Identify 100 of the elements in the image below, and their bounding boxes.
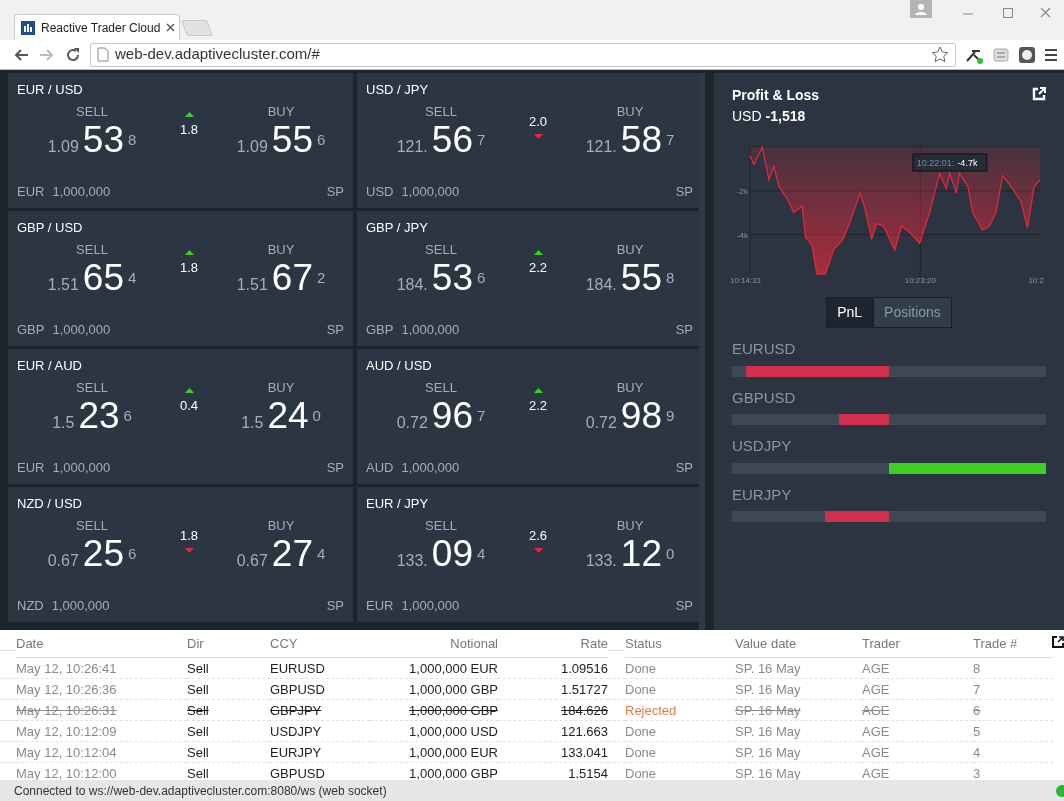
star-icon[interactable] bbox=[931, 45, 949, 64]
table-cell: 4 bbox=[973, 742, 1053, 763]
currency-label: USD bbox=[732, 107, 762, 126]
buy-label[interactable]: BUY bbox=[616, 377, 644, 397]
popout-icon[interactable] bbox=[1052, 636, 1064, 648]
close-icon[interactable] bbox=[166, 23, 176, 32]
column-header: Trader bbox=[862, 630, 973, 658]
pair-title: AUD / USD bbox=[366, 357, 433, 375]
table-cell: EURUSD bbox=[270, 658, 370, 679]
tenor-label: SP bbox=[326, 320, 344, 339]
table-cell: Sell bbox=[187, 658, 270, 679]
table-cell: AGE bbox=[862, 742, 973, 763]
currency-label: NZD bbox=[17, 596, 44, 615]
table-cell: SP. 16 May bbox=[735, 700, 862, 721]
position-label: EURJPY bbox=[732, 484, 793, 505]
currency-label: GBP bbox=[366, 320, 394, 339]
pair-title: NZD / USD bbox=[17, 495, 83, 513]
notional-field[interactable]: 1,000,000 bbox=[52, 181, 111, 201]
page-icon bbox=[97, 47, 109, 62]
table-cell: May 12, 10:26:36 bbox=[16, 679, 187, 700]
buy-label[interactable]: BUY bbox=[267, 515, 295, 535]
buy-label[interactable]: BUY bbox=[267, 377, 295, 397]
column-header: Notional bbox=[370, 630, 498, 658]
table-cell: AGE bbox=[862, 700, 973, 721]
sell-label[interactable]: SELL bbox=[425, 515, 457, 535]
address-bar[interactable]: web-dev.adaptivecluster.com/# bbox=[90, 42, 956, 67]
notional-field[interactable]: 1,000,000 bbox=[401, 595, 460, 615]
notional-field[interactable]: 1,000,000 bbox=[401, 319, 460, 339]
notional-field[interactable]: 1,000,000 bbox=[52, 457, 111, 477]
axis-label: 10:14:31 bbox=[730, 276, 762, 285]
tenor-label: SP bbox=[326, 458, 344, 477]
pair-title: USD / JPY bbox=[366, 81, 430, 99]
panel-title: Profit & Loss bbox=[732, 86, 820, 105]
table-cell: 184.626 bbox=[498, 700, 608, 721]
table-cell: 1,000,000 GBP bbox=[370, 679, 498, 700]
sell-label[interactable]: SELL bbox=[425, 101, 457, 121]
table-cell: 1.09516 bbox=[498, 658, 608, 679]
table-cell: May 12, 10:12:09 bbox=[16, 721, 187, 742]
sell-label[interactable]: SELL bbox=[425, 377, 457, 397]
tenor-label: SP bbox=[326, 182, 344, 201]
notional-field[interactable]: 1,000,000 bbox=[401, 457, 460, 477]
reload-icon[interactable] bbox=[64, 45, 82, 64]
table-cell: Sell bbox=[187, 721, 270, 742]
status-label: Rejected bbox=[625, 700, 735, 721]
table-cell: SP. 16 May bbox=[735, 679, 862, 700]
table-cell: Sell bbox=[187, 700, 270, 721]
notional-field[interactable]: 1,000,000 bbox=[52, 319, 111, 339]
spread-value: 0.4 bbox=[179, 396, 199, 415]
spread-value: 1.8 bbox=[179, 258, 199, 277]
tenor-label: SP bbox=[675, 320, 693, 339]
table-cell: 1,000,000 GBP bbox=[370, 700, 498, 721]
pair-title: EUR / USD bbox=[17, 81, 84, 99]
tenor-label: SP bbox=[326, 596, 344, 615]
table-cell: May 12, 10:12:04 bbox=[16, 742, 187, 763]
table-cell: SP. 16 May bbox=[735, 658, 862, 679]
table-cell: Sell bbox=[187, 679, 270, 700]
table-cell: SP. 16 May bbox=[735, 742, 862, 763]
sell-label[interactable]: SELL bbox=[425, 239, 457, 259]
menu-icon[interactable] bbox=[1044, 46, 1058, 63]
table-cell: AGE bbox=[862, 658, 973, 679]
buy-label[interactable]: BUY bbox=[267, 101, 295, 121]
extension-icon[interactable] bbox=[1018, 45, 1036, 64]
toggle-tab[interactable]: Positions bbox=[873, 297, 952, 328]
table-cell: 5 bbox=[973, 721, 1053, 742]
axis-label: -4k bbox=[736, 230, 748, 240]
sell-label[interactable]: SELL bbox=[76, 515, 108, 535]
sell-label[interactable]: SELL bbox=[76, 101, 108, 121]
tenor-label: SP bbox=[675, 458, 693, 477]
sell-label[interactable]: SELL bbox=[76, 377, 108, 397]
table-cell: EURJPY bbox=[270, 742, 370, 763]
table-cell: May 12, 10:26:41 bbox=[16, 658, 187, 679]
notional-field[interactable]: 1,000,000 bbox=[401, 181, 460, 201]
table-cell: Sell bbox=[187, 742, 270, 763]
scrollbar[interactable] bbox=[699, 73, 705, 630]
buy-label[interactable]: BUY bbox=[267, 239, 295, 259]
pnl-value: -1,518 bbox=[765, 107, 806, 126]
toggle-tab[interactable]: PnL bbox=[826, 297, 874, 328]
spread-value: 2.2 bbox=[528, 258, 548, 277]
spread-value: 2.0 bbox=[528, 112, 548, 131]
table-cell: AGE bbox=[862, 679, 973, 700]
pair-title: EUR / JPY bbox=[366, 495, 430, 513]
chart-icon bbox=[21, 20, 35, 35]
table-cell: 133.041 bbox=[498, 742, 608, 763]
buy-label[interactable]: BUY bbox=[616, 239, 644, 259]
position-label: GBPUSD bbox=[732, 387, 797, 408]
table-cell: 1,000,000 USD bbox=[370, 721, 498, 742]
pair-title: GBP / USD bbox=[17, 219, 84, 237]
notional-field[interactable]: 1,000,000 bbox=[51, 595, 110, 615]
table-cell: GBPUSD bbox=[270, 679, 370, 700]
browser-tab[interactable]: Reactive Trader Cloud bbox=[14, 14, 180, 40]
buy-label[interactable]: BUY bbox=[616, 515, 644, 535]
currency-label: EUR bbox=[17, 182, 45, 201]
table-cell: AGE bbox=[862, 721, 973, 742]
spread-value: 1.8 bbox=[179, 526, 199, 545]
buy-label[interactable]: BUY bbox=[616, 101, 644, 121]
table-cell: 7 bbox=[973, 679, 1053, 700]
status-label: Done bbox=[625, 721, 735, 742]
table-cell: 1,000,000 EUR bbox=[370, 658, 498, 679]
sell-label[interactable]: SELL bbox=[76, 239, 108, 259]
table-cell: 121.663 bbox=[498, 721, 608, 742]
